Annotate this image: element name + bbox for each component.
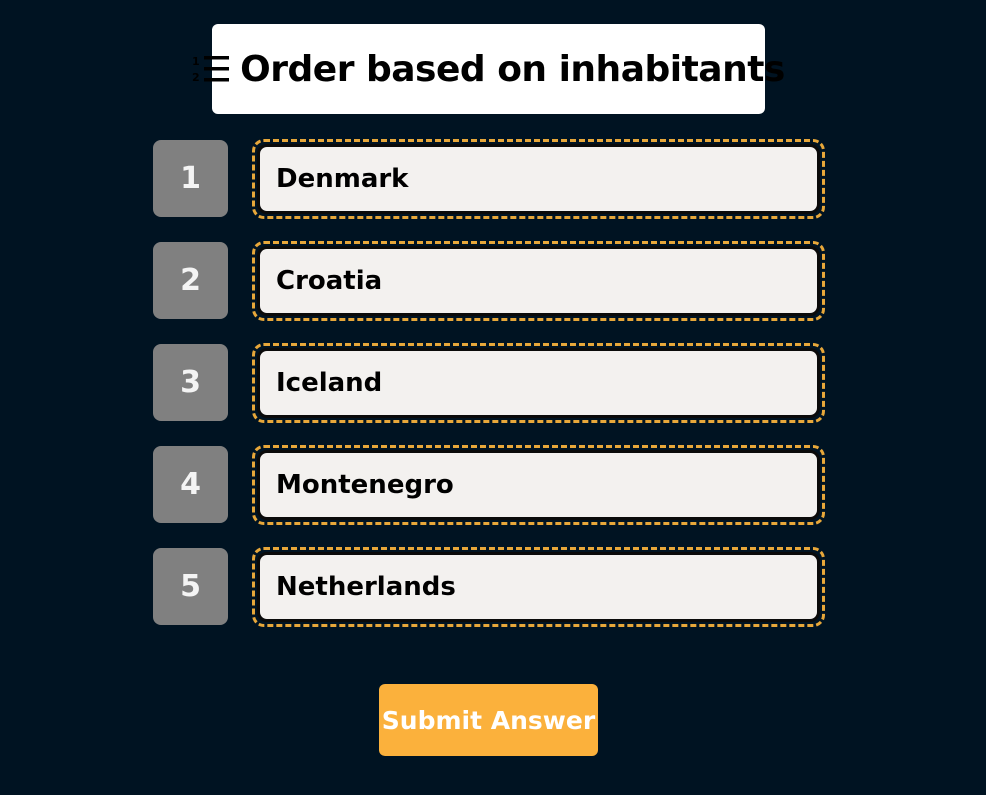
- draggable-item[interactable]: Netherlands: [257, 552, 820, 622]
- drop-slot[interactable]: Iceland: [252, 343, 825, 423]
- draggable-item[interactable]: Iceland: [257, 348, 820, 418]
- ordered-list-icon: 1 2: [192, 54, 230, 84]
- rank-badge: 4: [153, 446, 228, 523]
- rank-badge: 3: [153, 344, 228, 421]
- draggable-item[interactable]: Croatia: [257, 246, 820, 316]
- rank-badge: 5: [153, 548, 228, 625]
- submit-answer-button[interactable]: Submit Answer: [379, 684, 598, 756]
- ranking-row: 4 Montenegro: [153, 445, 825, 525]
- ranking-row: 5 Netherlands: [153, 547, 825, 627]
- draggable-item[interactable]: Montenegro: [257, 450, 820, 520]
- svg-text:2: 2: [192, 71, 200, 84]
- quiz-page: 1 2 Order based on inhabitants 1 Denmark…: [0, 0, 986, 795]
- ranking-row: 2 Croatia: [153, 241, 825, 321]
- drop-slot[interactable]: Netherlands: [252, 547, 825, 627]
- rank-badge: 1: [153, 140, 228, 217]
- title-text: Order based on inhabitants: [240, 48, 785, 90]
- question-title: 1 2 Order based on inhabitants: [192, 24, 785, 114]
- ranking-row: 3 Iceland: [153, 343, 825, 423]
- drop-slot[interactable]: Denmark: [252, 139, 825, 219]
- draggable-item[interactable]: Denmark: [257, 144, 820, 214]
- rank-badge: 2: [153, 242, 228, 319]
- drop-slot[interactable]: Croatia: [252, 241, 825, 321]
- drop-slot[interactable]: Montenegro: [252, 445, 825, 525]
- svg-text:1: 1: [192, 55, 200, 68]
- ranking-row: 1 Denmark: [153, 139, 825, 219]
